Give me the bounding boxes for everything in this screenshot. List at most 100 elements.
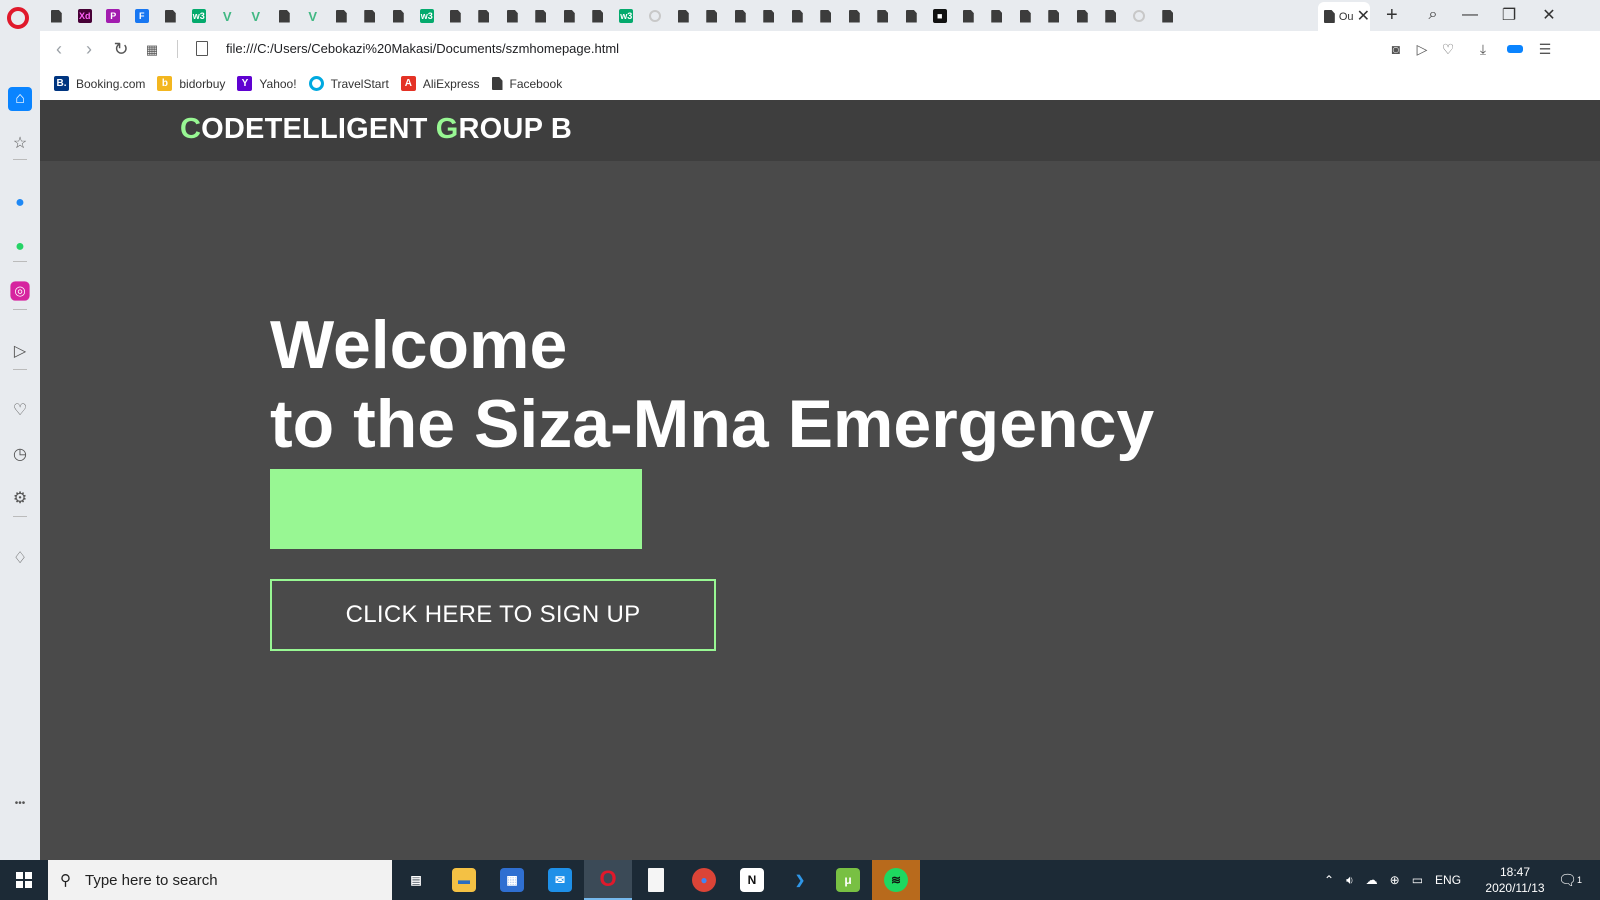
show-hidden-icons-icon[interactable]: ⌃ (1324, 873, 1334, 887)
battery-saver-icon[interactable] (1504, 39, 1526, 59)
tab-29[interactable] (869, 4, 898, 28)
bookmark-bidorbuy[interactable]: b bidorbuy (157, 76, 225, 91)
tab-20[interactable]: w3 (612, 4, 641, 28)
tab-36[interactable] (1068, 4, 1097, 28)
send-to-flow-icon[interactable]: ▷ (1411, 39, 1433, 59)
store-taskbar-button[interactable]: ▦ (488, 860, 536, 900)
back-button[interactable]: ‹ (48, 38, 70, 60)
bookmark-facebook[interactable]: Facebook (491, 77, 562, 91)
battery-icon[interactable]: ▭ (1412, 873, 1423, 887)
bookmark-heart-icon[interactable]: ♡ (1437, 39, 1459, 59)
tab-19[interactable] (584, 4, 613, 28)
reload-button[interactable]: ↻ (110, 38, 132, 60)
search-tabs-icon[interactable]: ⌕ (1418, 3, 1448, 27)
tab-13[interactable]: w3 (413, 4, 442, 28)
taskbar-search[interactable]: ⚲ Type here to search (48, 860, 392, 900)
spotify-taskbar-button[interactable]: ≋ (872, 860, 920, 900)
notion-taskbar-button[interactable]: N (728, 860, 776, 900)
tab-2[interactable]: P (99, 4, 128, 28)
tab-33[interactable] (983, 4, 1012, 28)
tab-32[interactable] (954, 4, 983, 28)
history-icon[interactable]: ◷ (8, 442, 32, 466)
instagram-icon[interactable]: ◎ (10, 281, 30, 301)
tab-7[interactable]: V (242, 4, 271, 28)
settings-icon[interactable]: ⚙ (8, 486, 32, 510)
send-icon[interactable]: ▷ (8, 339, 32, 363)
tab-active[interactable]: Ou ✕ (1318, 2, 1370, 31)
speed-dial-icon[interactable]: ▦ (141, 38, 163, 60)
whatsapp-icon[interactable]: ● (8, 235, 32, 259)
tab-5[interactable]: w3 (185, 4, 214, 28)
star-icon[interactable]: ☆ (8, 131, 32, 155)
tab-31[interactable]: ■ (926, 4, 955, 28)
tab-17[interactable] (527, 4, 556, 28)
chrome-taskbar-button[interactable]: ● (680, 860, 728, 900)
vscode-taskbar-button[interactable]: ❯ (776, 860, 824, 900)
opera-menu-icon[interactable] (7, 7, 29, 29)
tab-1[interactable]: Xd (71, 4, 100, 28)
tab-30[interactable] (897, 4, 926, 28)
tab-11[interactable] (356, 4, 385, 28)
minimize-button[interactable]: — (1455, 3, 1485, 27)
bookmark-aliexpress[interactable]: A AliExpress (400, 76, 480, 91)
url-field[interactable]: file:///C:/Users/Cebokazi%20Makasi/Docum… (226, 41, 619, 56)
tab-39[interactable] (1154, 4, 1183, 28)
restore-button[interactable]: ❐ (1494, 3, 1524, 27)
tab-9[interactable]: V (299, 4, 328, 28)
new-tab-button[interactable]: + (1386, 3, 1398, 27)
bookmark-travelstart[interactable]: TravelStart (308, 76, 389, 91)
page-info-icon[interactable] (196, 41, 208, 56)
messenger-icon[interactable]: ● (8, 191, 32, 215)
tab-38[interactable] (1125, 4, 1154, 28)
snapshot-icon[interactable]: ◙ (1385, 39, 1407, 59)
tab-25[interactable] (755, 4, 784, 28)
tips-icon[interactable]: ♢ (8, 546, 32, 570)
tab-28[interactable] (840, 4, 869, 28)
tab-23[interactable] (698, 4, 727, 28)
tab-6[interactable]: V (213, 4, 242, 28)
tab-15[interactable] (470, 4, 499, 28)
tab-0[interactable] (42, 4, 71, 28)
close-tab-icon[interactable]: ✕ (1357, 8, 1370, 25)
site-logo[interactable]: CODETELLIGENT GROUP B (180, 113, 572, 146)
bookmark-yahoo-[interactable]: Y Yahoo! (237, 76, 297, 91)
tab-21[interactable] (641, 4, 670, 28)
tab-35[interactable] (1040, 4, 1069, 28)
tab-26[interactable] (783, 4, 812, 28)
tab-10[interactable] (327, 4, 356, 28)
sign-up-button[interactable]: CLICK HERE TO SIGN UP (270, 579, 716, 651)
download-icon[interactable]: ⤓ (1472, 39, 1494, 59)
easy-setup-icon[interactable]: ☰ (1534, 39, 1556, 59)
opera-taskbar-button[interactable]: O (584, 860, 632, 900)
start-button[interactable] (0, 860, 48, 900)
file-explorer-taskbar-button[interactable]: ▬ (440, 860, 488, 900)
tab-27[interactable] (812, 4, 841, 28)
tab-16[interactable] (498, 4, 527, 28)
tab-18[interactable] (555, 4, 584, 28)
network-icon[interactable]: ⊕ (1390, 873, 1400, 887)
tab-14[interactable] (441, 4, 470, 28)
clock[interactable]: 18:47 2020/11/13 (1480, 864, 1550, 896)
more-icon[interactable]: ••• (8, 791, 32, 815)
tab-4[interactable] (156, 4, 185, 28)
forward-button[interactable]: › (78, 38, 100, 60)
heart-icon[interactable]: ♡ (8, 398, 32, 422)
tab-34[interactable] (1011, 4, 1040, 28)
tab-8[interactable] (270, 4, 299, 28)
tab-22[interactable] (669, 4, 698, 28)
tab-24[interactable] (726, 4, 755, 28)
mail-taskbar-button[interactable]: ✉ (536, 860, 584, 900)
tab-12[interactable] (384, 4, 413, 28)
home-icon[interactable]: ⌂ (8, 87, 32, 111)
utorrent-taskbar-button[interactable]: μ (824, 860, 872, 900)
tab-3[interactable]: F (128, 4, 157, 28)
close-window-button[interactable]: ✕ (1534, 3, 1564, 27)
action-center-icon[interactable]: 🗨︎ 1 (1558, 860, 1582, 900)
bookmark-booking-com[interactable]: B. Booking.com (54, 76, 145, 91)
language-indicator[interactable]: ENG (1435, 873, 1461, 887)
notepad-taskbar-button[interactable] (632, 860, 680, 900)
onedrive-icon[interactable]: ☁ (1366, 873, 1378, 887)
tab-37[interactable] (1097, 4, 1126, 28)
volume-icon[interactable]: 🔉︎ (1346, 873, 1354, 888)
task-view-taskbar-button[interactable]: ▤ (392, 860, 440, 900)
